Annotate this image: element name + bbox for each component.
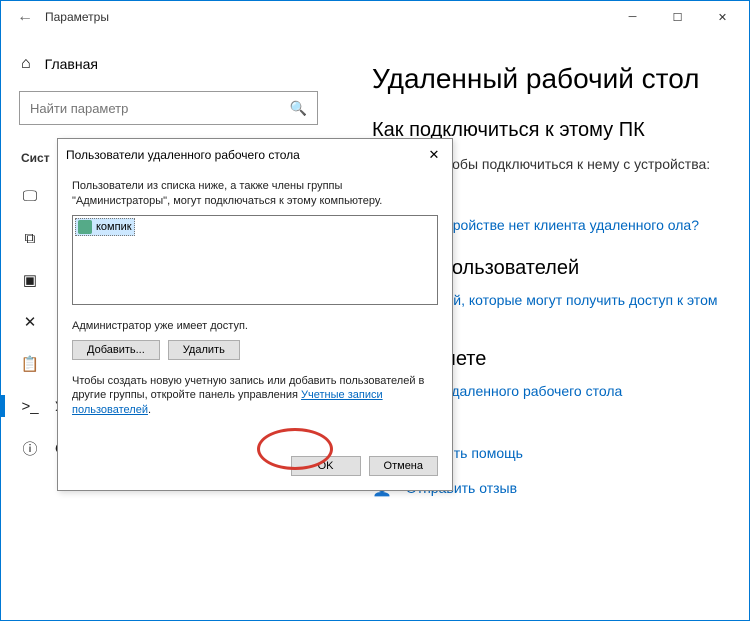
search-icon: 🔍 <box>290 100 307 117</box>
user-name: компик <box>96 221 132 233</box>
window-title: Параметры <box>45 10 109 24</box>
multitask-icon: ⧉ <box>21 229 39 247</box>
info-icon: ⓘ <box>21 439 39 457</box>
ok-button[interactable]: OK <box>291 456 361 476</box>
users-listbox[interactable]: компик <box>72 215 438 305</box>
admin-note: Администратор уже имеет доступ. <box>72 319 438 334</box>
dialog-title: Пользователи удаленного рабочего стола <box>66 148 300 162</box>
remove-button[interactable]: Удалить <box>168 340 240 360</box>
dialog-desc: Чтобы создать новую учетную запись или д… <box>72 374 438 419</box>
close-button[interactable]: ✕ <box>700 1 745 33</box>
dialog-titlebar: Пользователи удаленного рабочего стола ✕ <box>58 139 452 171</box>
home-nav[interactable]: ⌂ Главная <box>1 45 336 83</box>
search-box[interactable]: 🔍 <box>19 91 318 125</box>
title-bar: ← Параметры ─ ☐ ✕ <box>1 1 749 33</box>
cancel-button[interactable]: Отмена <box>369 456 438 476</box>
home-label: Главная <box>45 56 98 72</box>
maximize-button[interactable]: ☐ <box>655 1 700 33</box>
projection-icon: ▣ <box>21 271 39 289</box>
search-input[interactable] <box>30 101 290 116</box>
dialog-intro: Пользователи из списка ниже, а также чле… <box>72 179 438 209</box>
page-title: Удаленный рабочий стол <box>372 63 729 95</box>
home-icon: ⌂ <box>21 55 31 73</box>
add-button[interactable]: Добавить... <box>72 340 160 360</box>
remote-desktop-icon: >_ <box>21 397 39 415</box>
experience-icon: ✕ <box>21 313 39 331</box>
dialog-close-button[interactable]: ✕ <box>424 145 444 165</box>
display-icon: 🖵 <box>21 187 39 205</box>
user-icon <box>78 220 92 234</box>
remote-users-dialog: Пользователи удаленного рабочего стола ✕… <box>57 138 453 491</box>
user-list-item[interactable]: компик <box>75 218 135 236</box>
minimize-button[interactable]: ─ <box>610 1 655 33</box>
clipboard-icon: 📋 <box>21 355 39 373</box>
back-button[interactable]: ← <box>5 8 45 26</box>
